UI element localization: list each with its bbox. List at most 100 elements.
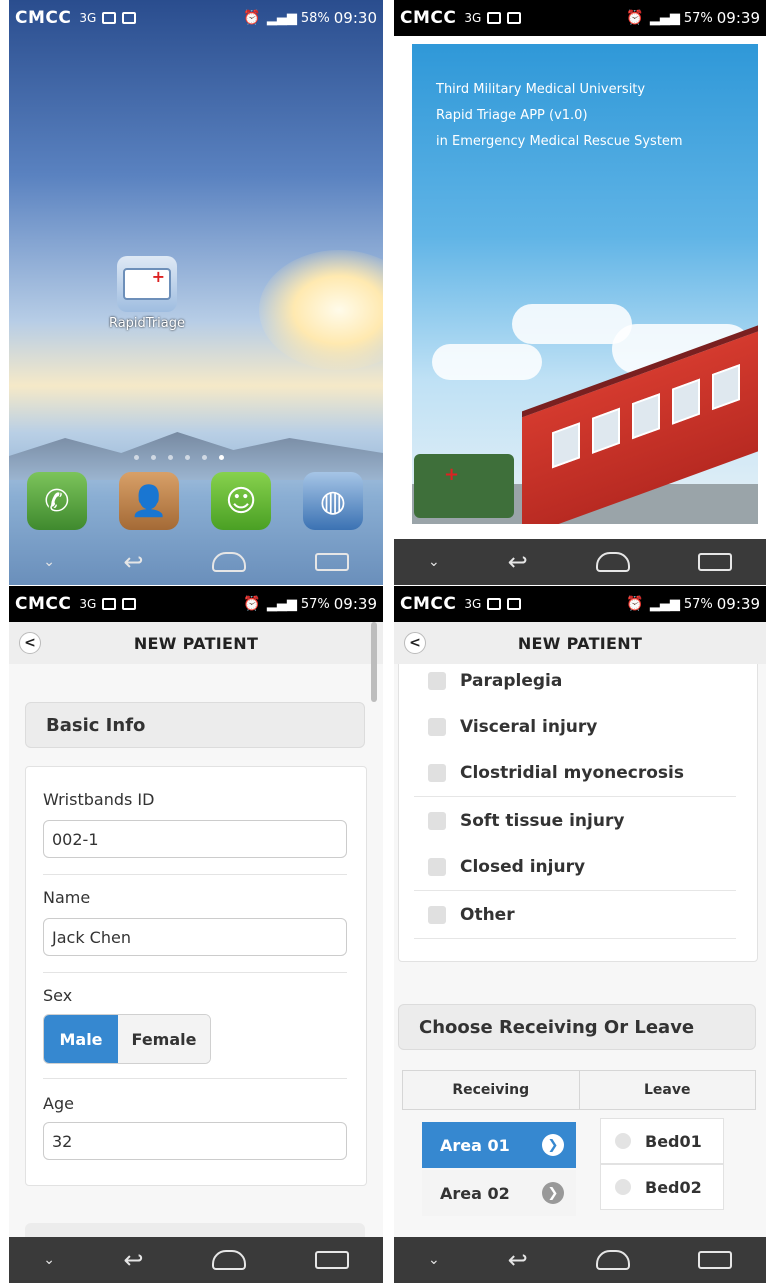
chevron-right-icon: ❯ [542,1134,564,1156]
home-icon[interactable] [212,552,247,572]
chevron-down-icon[interactable]: ⌄ [43,1252,55,1268]
battery-level: 57% [300,596,330,612]
cloud [432,344,542,380]
injury-option-closed[interactable]: Closed injury [414,844,736,891]
tab-leave[interactable]: Leave [580,1071,756,1109]
radio-button[interactable] [615,1179,631,1195]
bed-option-02[interactable]: Bed02 [600,1164,724,1210]
back-icon[interactable]: ↩ [124,1246,144,1274]
bed-option-01[interactable]: Bed01 [600,1118,724,1164]
chevron-down-icon[interactable]: ⌄ [43,554,55,570]
injury-option-visceral[interactable]: Visceral injury [414,704,736,751]
area-label: Area 02 [440,1183,510,1203]
ambulance-truck-image [414,454,514,518]
page-dot [185,455,190,460]
back-icon[interactable]: ↩ [124,548,144,576]
scrollbar[interactable] [371,622,377,702]
carrier-label: CMCC [15,594,72,614]
checkbox[interactable] [428,906,446,924]
tab-receiving[interactable]: Receiving [403,1071,580,1109]
home-icon[interactable] [595,1250,630,1270]
status-bar: CMCC 3G ⏰ ▂▄▆ 57% 09:39 [9,586,383,622]
alarm-icon: ⏰ [626,10,644,26]
battery-level: 57% [683,10,713,26]
carrier-label: CMCC [400,594,457,614]
home-icon[interactable] [212,1250,247,1270]
injury-option-soft-tissue[interactable]: Soft tissue injury [414,798,736,845]
page-title: NEW PATIENT [517,633,643,653]
receiving-tabs: Receiving Leave [402,1070,756,1110]
checkbox[interactable] [428,718,446,736]
signal-icon: ▂▄▆ [649,10,680,26]
bed-label: Bed01 [645,1131,702,1151]
new-patient-basic-panel: CMCC 3G ⏰ ▂▄▆ 57% 09:39 < NEW PATIENT Ba… [9,586,383,1283]
divider [43,1078,347,1079]
app-label[interactable]: RapidTriage [95,316,199,331]
recent-apps-icon[interactable] [697,1251,732,1269]
dock: ✆ 👤 ☺ ◍ [27,472,363,530]
injury-option-other[interactable]: Other [414,892,736,939]
sex-option-male[interactable]: Male [44,1015,118,1063]
name-field[interactable]: Jack Chen [43,918,347,956]
recent-apps-icon[interactable] [697,553,732,571]
recent-apps-icon[interactable] [314,1251,349,1269]
splash-panel: CMCC 3G ⏰ ▂▄▆ 57% 09:39 Third Military M… [394,0,766,585]
age-field[interactable]: 32 [43,1122,347,1160]
section-basic-info: Basic Info [25,702,365,748]
back-icon[interactable]: ↩ [508,1246,528,1274]
alarm-icon: ⏰ [243,596,261,612]
system-nav-bar: ⌄ ↩ [9,539,383,585]
home-icon[interactable] [595,552,630,572]
sex-option-female[interactable]: Female [118,1015,210,1063]
browser-globe-icon[interactable]: ◍ [303,472,363,530]
image-icon [507,12,522,24]
page-dot-active [219,455,224,460]
checkbox[interactable] [428,858,446,876]
battery-level: 57% [683,596,713,612]
clock: 09:39 [716,9,760,27]
checkbox[interactable] [428,672,446,690]
messages-icon[interactable]: ☺ [211,472,271,530]
patient-form: Paraplegia Visceral injury Clostridial m… [394,664,766,1237]
back-button[interactable]: < [404,632,426,654]
injury-label: Soft tissue injury [460,811,625,831]
injury-label: Other [460,905,515,925]
injury-option-clostridial[interactable]: Clostridial myonecrosis [414,750,736,797]
recent-apps-icon[interactable] [314,553,349,571]
chevron-down-icon[interactable]: ⌄ [428,1252,440,1268]
checkbox[interactable] [428,764,446,782]
divider [43,874,347,875]
carrier-label: CMCC [400,8,457,28]
back-icon[interactable]: ↩ [508,548,528,576]
checkbox[interactable] [428,812,446,830]
splash-line-1: Third Military Medical University [436,82,646,97]
signal-icon: ▂▄▆ [266,596,297,612]
wristband-label: Wristbands ID [43,790,155,809]
notification-icon [487,598,502,610]
page-indicator [134,455,224,460]
clock: 09:39 [333,595,377,613]
page-title: NEW PATIENT [133,633,259,653]
back-button[interactable]: < [19,632,41,654]
area-item-01[interactable]: Area 01 ❯ [422,1122,576,1168]
injury-option-paraplegia[interactable]: Paraplegia [414,664,736,705]
rapid-triage-app-icon[interactable] [117,256,177,312]
page-dot [151,455,156,460]
system-nav-bar: ⌄ ↩ [9,1237,383,1283]
chevron-down-icon[interactable]: ⌄ [428,554,440,570]
phone-icon[interactable]: ✆ [27,472,87,530]
app-header: < NEW PATIENT [9,622,383,665]
radio-button[interactable] [615,1133,631,1149]
splash-image: Third Military Medical University Rapid … [412,44,758,524]
notification-icon [102,12,117,24]
chevron-right-icon: ❯ [542,1182,564,1204]
area-item-02[interactable]: Area 02 ❯ [422,1170,576,1216]
contacts-icon[interactable]: 👤 [119,472,179,530]
network-type: 3G [79,597,97,611]
page-dot [202,455,207,460]
wristband-field[interactable]: 002-1 [43,820,347,858]
splash-line-3: in Emergency Medical Rescue System [436,134,683,149]
carrier-label: CMCC [15,8,72,28]
sex-label: Sex [43,986,73,1005]
system-nav-bar: ⌄ ↩ [394,539,766,585]
